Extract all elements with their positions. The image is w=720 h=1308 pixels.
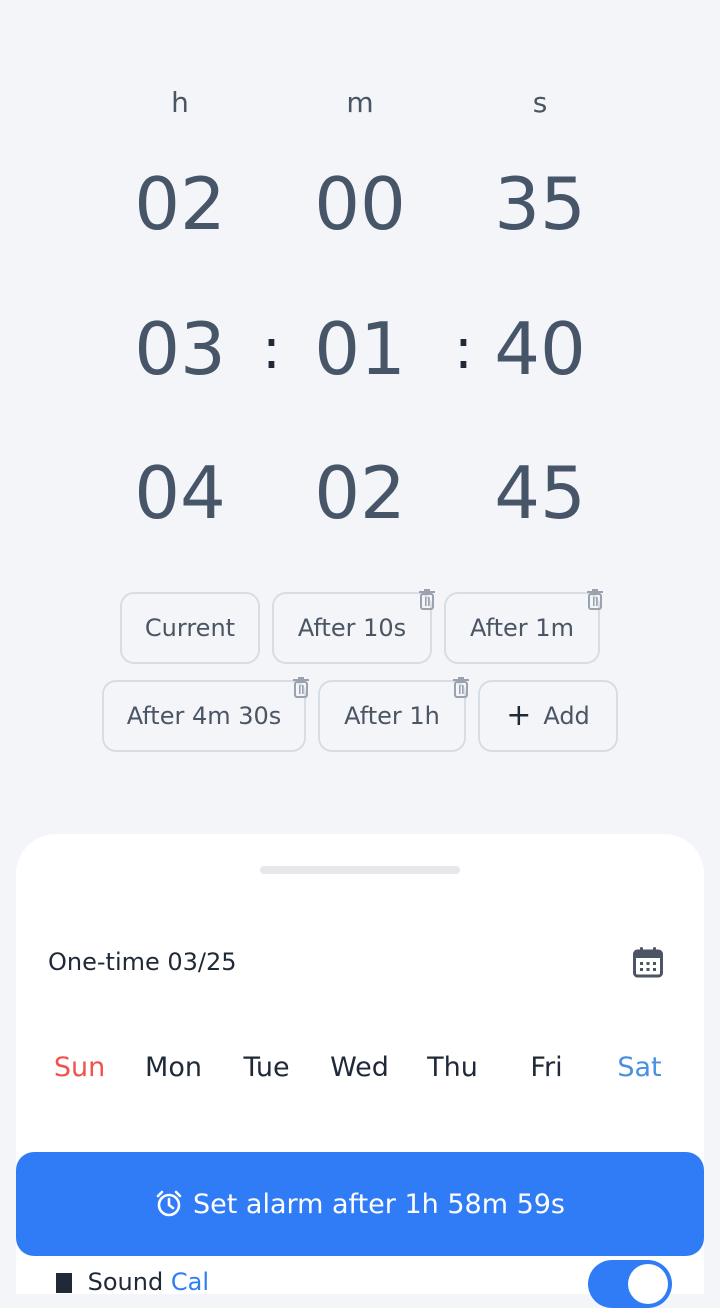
day-mon[interactable]: Mon: [127, 1052, 220, 1083]
day-thu[interactable]: Thu: [406, 1052, 499, 1083]
preset-after-1m-button[interactable]: After 1m: [444, 592, 600, 664]
sound-label: Sound: [87, 1268, 164, 1296]
seconds-value-prev[interactable]: 35: [460, 168, 620, 240]
hours-value-selected[interactable]: 03: [100, 313, 260, 385]
preset-label: After 1h: [344, 702, 440, 730]
alarm-clock-icon: [156, 1190, 182, 1217]
sound-value: Cal: [170, 1268, 209, 1296]
day-fri[interactable]: Fri: [500, 1052, 593, 1083]
hours-unit-label: h: [171, 86, 189, 119]
sheet-drag-handle[interactable]: [260, 866, 460, 874]
preset-label: Add: [543, 702, 590, 730]
plus-icon: +: [506, 698, 532, 733]
hours-value-prev[interactable]: 02: [100, 168, 260, 240]
seconds-unit-label: s: [532, 86, 548, 119]
add-preset-button[interactable]: + Add: [478, 680, 618, 752]
day-wed[interactable]: Wed: [313, 1052, 406, 1083]
preset-current-button[interactable]: Current: [120, 592, 260, 664]
day-tue[interactable]: Tue: [220, 1052, 313, 1083]
preset-label: After 1m: [470, 614, 574, 642]
preset-label: After 4m 30s: [126, 702, 282, 730]
preset-label: After 10s: [297, 614, 407, 642]
seconds-value-next[interactable]: 45: [460, 457, 620, 529]
sound-toggle[interactable]: [588, 1260, 672, 1308]
minutes-value-prev[interactable]: 00: [280, 168, 440, 240]
minutes-value-next[interactable]: 02: [280, 457, 440, 529]
day-sun[interactable]: Sun: [33, 1052, 126, 1083]
set-alarm-label: Set alarm after 1h 58m 59s: [192, 1188, 565, 1220]
hours-value-next[interactable]: 04: [100, 457, 260, 529]
minutes-unit-label: m: [346, 86, 374, 119]
preset-after-1h-button[interactable]: After 1h: [318, 680, 466, 752]
seconds-value-selected[interactable]: 40: [460, 313, 620, 385]
preset-after-10s-button[interactable]: After 10s: [272, 592, 432, 664]
preset-after-4m30s-button[interactable]: After 4m 30s: [102, 680, 306, 752]
trash-icon[interactable]: [585, 588, 605, 610]
minutes-value-selected[interactable]: 01: [280, 313, 440, 385]
toggle-knob: [628, 1264, 668, 1304]
colon-separator: :: [262, 317, 281, 382]
day-sat[interactable]: Sat: [593, 1052, 686, 1083]
colon-separator: :: [454, 317, 473, 382]
calendar-icon[interactable]: [633, 946, 663, 978]
set-alarm-button[interactable]: Set alarm after 1h 58m 59s: [16, 1152, 704, 1256]
trash-icon[interactable]: [291, 676, 311, 698]
sound-row[interactable]: Sound Cal: [56, 1268, 209, 1296]
music-note-icon: [56, 1273, 72, 1293]
preset-label: Current: [144, 614, 236, 642]
trash-icon[interactable]: [417, 588, 437, 610]
trash-icon[interactable]: [451, 676, 471, 698]
schedule-label: One-time 03/25: [48, 948, 237, 976]
